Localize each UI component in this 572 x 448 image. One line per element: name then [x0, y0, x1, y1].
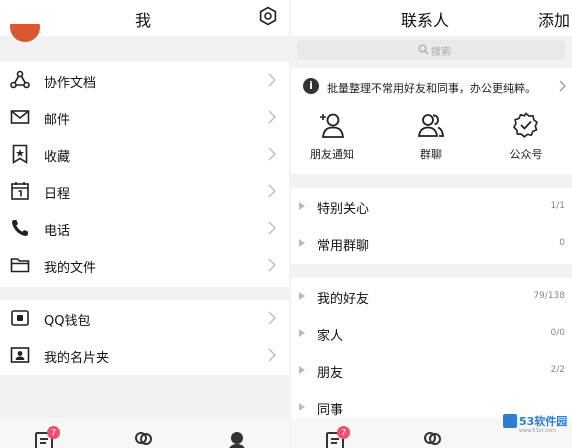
- watermark: 53软件园 www.53xt.com: [503, 412, 569, 442]
- group-row-special[interactable]: 特别关心 1/1: [291, 188, 572, 225]
- calendar-icon: [11, 182, 29, 200]
- contacts-search-input[interactable]: 搜索: [297, 40, 565, 60]
- watermark-logo-icon: [503, 414, 517, 428]
- contacts-tab-icon[interactable]: [421, 430, 443, 448]
- expand-arrow-icon: [299, 239, 305, 247]
- menu-item-label: 收藏: [44, 150, 71, 165]
- contacts-groups-top: 特别关心 1/1 常用群聊 0: [291, 188, 572, 264]
- menu-item-label: 邮件: [44, 113, 71, 128]
- friend-notify-button[interactable]: 朋友通知: [297, 112, 367, 162]
- group-name: 同事: [317, 403, 344, 418]
- me-main-group: 协作文档 邮件 收藏 日程 电话 我的文件: [0, 62, 289, 287]
- watermark-url: www.53xt.com: [519, 428, 556, 434]
- messages-badge: 7: [47, 426, 60, 439]
- notice-text: 批量整理不常用好友和同事，办公更纯粹。: [327, 82, 536, 95]
- menu-item-label: 协作文档: [44, 76, 97, 91]
- official-account-button[interactable]: 公众号: [491, 112, 561, 162]
- group-name: 家人: [317, 329, 344, 344]
- me-header: 我: [0, 0, 289, 36]
- expand-arrow-icon: [299, 202, 305, 210]
- bookmark-icon: [12, 144, 28, 164]
- quick-action-label: 群聊: [420, 148, 442, 161]
- group-count: 79/138: [533, 291, 565, 301]
- group-name: 特别关心: [317, 202, 370, 217]
- me-tab-icon[interactable]: [226, 430, 248, 448]
- quick-action-label: 公众号: [509, 148, 543, 161]
- group-count: 0/0: [550, 328, 565, 338]
- search-icon: [418, 44, 429, 55]
- group-row-common-groups[interactable]: 常用群聊 0: [291, 225, 572, 262]
- watermark-brand: 53软件园: [519, 415, 568, 428]
- collab-doc-icon: [10, 70, 30, 89]
- chevron-right-icon: [268, 258, 276, 272]
- menu-item-my-files[interactable]: 我的文件: [0, 247, 289, 284]
- chevron-right-icon: [268, 348, 276, 362]
- card-holder-icon: [10, 347, 30, 363]
- info-icon: i: [303, 78, 319, 94]
- group-chat-button[interactable]: 群聊: [396, 112, 466, 162]
- expand-arrow-icon: [299, 292, 305, 300]
- folder-icon: [10, 258, 30, 273]
- menu-item-label: QQ钱包: [44, 314, 91, 329]
- avatar[interactable]: [10, 24, 40, 42]
- expand-arrow-icon: [299, 403, 305, 411]
- menu-item-label: 我的名片夹: [44, 351, 110, 366]
- group-row-my-friends[interactable]: 我的好友 79/138: [291, 278, 572, 315]
- group-count: 0: [559, 238, 565, 248]
- expand-arrow-icon: [299, 329, 305, 337]
- contacts-tab-icon[interactable]: [132, 430, 154, 448]
- menu-item-label: 电话: [44, 224, 71, 239]
- chevron-right-icon: [268, 311, 276, 325]
- menu-item-label: 日程: [44, 187, 71, 202]
- quick-action-label: 朋友通知: [310, 148, 354, 161]
- group-row-family[interactable]: 家人 0/0: [291, 315, 572, 352]
- menu-item-mail[interactable]: 邮件: [0, 99, 289, 136]
- menu-item-card-holder[interactable]: 我的名片夹: [0, 337, 289, 374]
- phone-icon: [12, 220, 28, 236]
- menu-item-qq-wallet[interactable]: QQ钱包: [0, 300, 289, 337]
- me-title: 我: [134, 11, 151, 30]
- expand-arrow-icon: [299, 366, 305, 374]
- add-contact-button[interactable]: 添加: [538, 7, 570, 31]
- search-placeholder: 搜索: [431, 47, 451, 58]
- chevron-right-icon: [268, 147, 276, 161]
- me-wallet-group: QQ钱包 我的名片夹: [0, 300, 289, 375]
- app-root: 我 协作文档 邮件 收藏 日程 电话 我的文件 QQ钱包 我的名片夹 7 联系人…: [0, 0, 572, 448]
- menu-item-phone[interactable]: 电话: [0, 210, 289, 247]
- group-count: 1/1: [550, 201, 565, 211]
- friend-notify-icon: [320, 113, 345, 138]
- official-account-icon: [512, 112, 538, 138]
- contacts-header: 联系人 添加: [291, 0, 572, 36]
- group-row-friends[interactable]: 朋友 2/2: [291, 352, 572, 389]
- menu-item-label: 我的文件: [44, 261, 97, 276]
- contacts-panel: 联系人 添加 搜索 i 批量整理不常用好友和同事，办公更纯粹。 朋友通知 群聊 …: [291, 0, 572, 448]
- group-name: 我的好友: [317, 292, 370, 307]
- chevron-right-icon: [268, 73, 276, 87]
- group-chat-icon: [417, 114, 444, 137]
- cleanup-notice-banner[interactable]: i 批量整理不常用好友和同事，办公更纯粹。: [291, 68, 572, 104]
- chevron-right-icon: [559, 80, 566, 92]
- quick-actions: 朋友通知 群聊 公众号: [291, 104, 572, 174]
- contacts-title: 联系人: [401, 11, 450, 30]
- messages-badge: 7: [337, 426, 350, 439]
- group-count: 2/2: [550, 365, 565, 375]
- menu-item-favorites[interactable]: 收藏: [0, 136, 289, 173]
- me-panel: 我 协作文档 邮件 收藏 日程 电话 我的文件 QQ钱包 我的名片夹 7: [0, 0, 289, 448]
- chevron-right-icon: [268, 184, 276, 198]
- menu-item-collab-doc[interactable]: 协作文档: [0, 62, 289, 99]
- chevron-right-icon: [268, 221, 276, 235]
- wallet-icon: [11, 310, 29, 326]
- mail-icon: [10, 110, 30, 124]
- menu-item-schedule[interactable]: 日程: [0, 173, 289, 210]
- group-name: 常用群聊: [317, 239, 370, 254]
- chevron-right-icon: [268, 110, 276, 124]
- me-bottom-tabbar: 7: [0, 418, 289, 448]
- group-name: 朋友: [317, 366, 344, 381]
- settings-icon[interactable]: [258, 6, 278, 26]
